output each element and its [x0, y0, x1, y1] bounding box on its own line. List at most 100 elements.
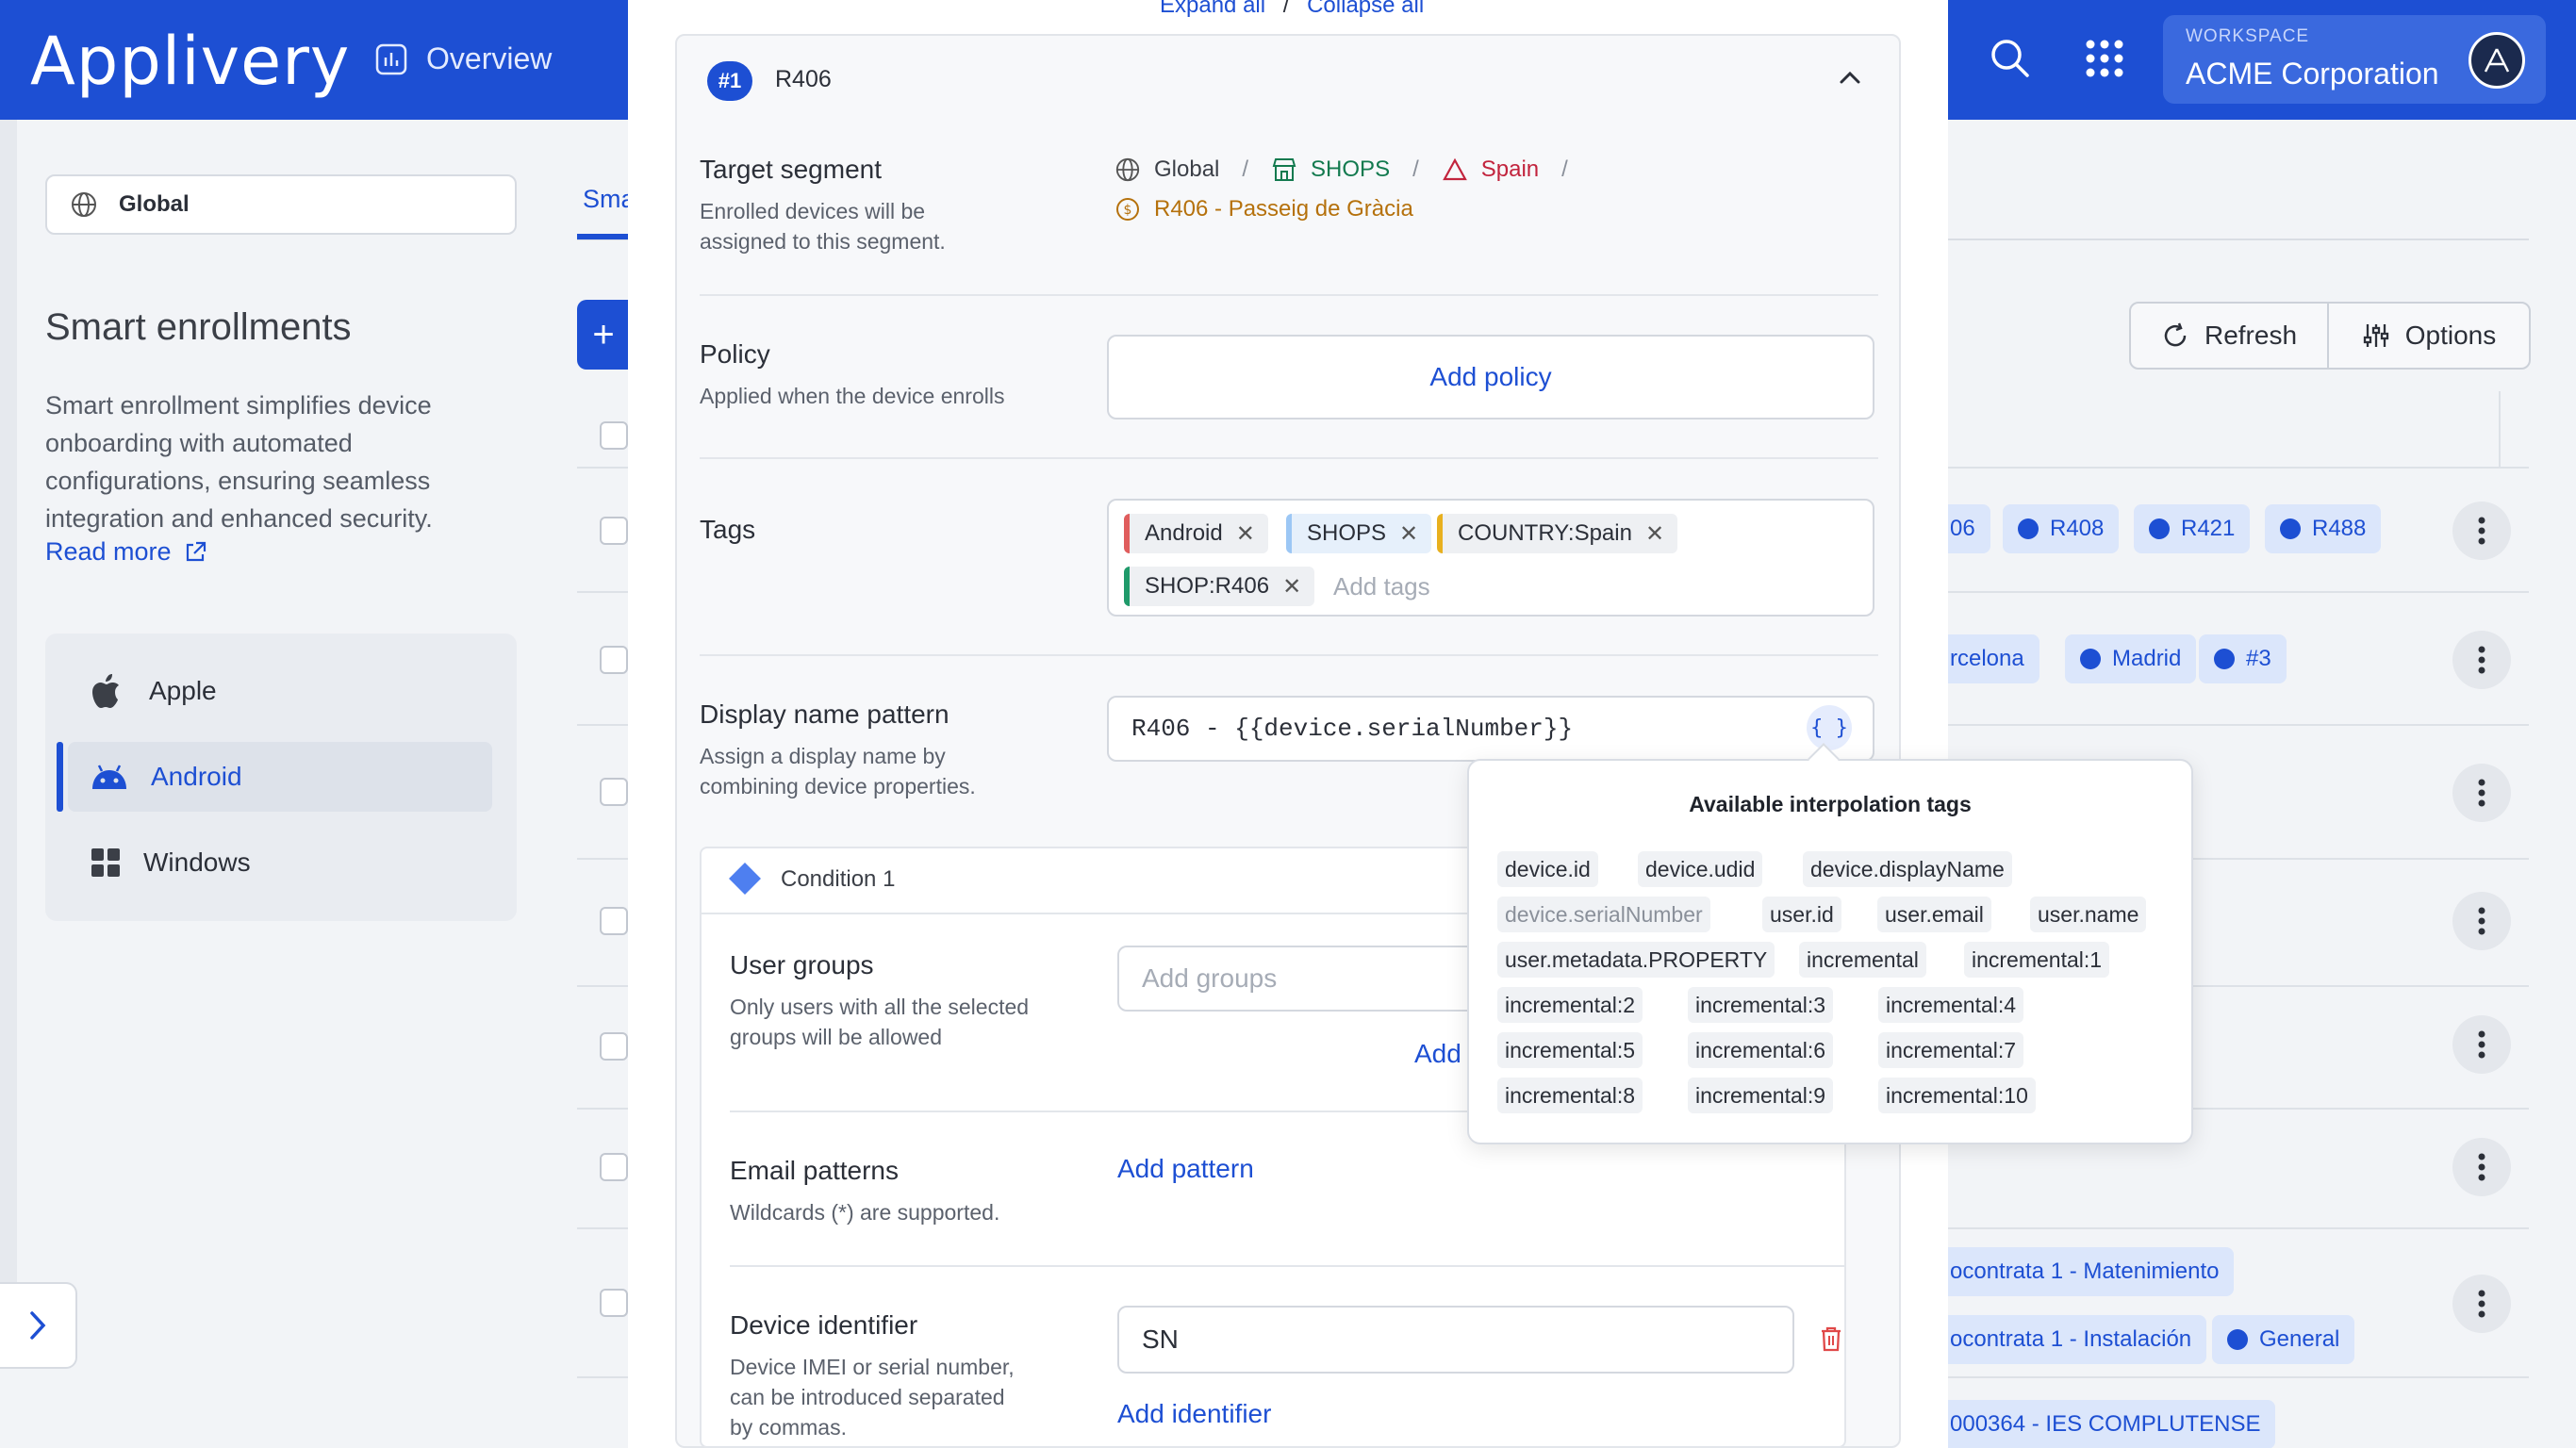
interpolation-tag[interactable]: user.email — [1877, 897, 1991, 932]
expand-sidebar-button[interactable] — [0, 1282, 77, 1369]
segment-leaf: $ R406 - Passeig de Gràcia — [1115, 196, 1413, 222]
interpolation-tag[interactable]: incremental — [1799, 942, 1926, 978]
user-groups-desc: Only users with all the selected groups … — [730, 995, 1030, 1049]
row-menu-button[interactable] — [2452, 1138, 2511, 1196]
section-divider — [700, 457, 1878, 459]
chevron-up-icon[interactable] — [1839, 70, 1861, 85]
scope-selector[interactable]: Global — [45, 174, 517, 235]
row-checkbox[interactable] — [600, 517, 628, 545]
chart-icon — [375, 43, 407, 75]
row-menu-button[interactable] — [2452, 1015, 2511, 1074]
segment-shops: SHOPS — [1311, 156, 1391, 182]
select-all-checkbox[interactable] — [600, 421, 628, 450]
nav-overview[interactable]: Overview — [375, 41, 552, 76]
segment-spain: Spain — [1480, 156, 1540, 182]
sidebar-edge — [0, 120, 17, 1282]
remove-tag-icon[interactable]: ✕ — [1236, 520, 1255, 548]
interpolation-tag[interactable]: incremental:4 — [1878, 987, 2024, 1023]
remove-tag-icon[interactable]: ✕ — [1399, 520, 1418, 548]
os-item-label: Windows — [143, 847, 251, 877]
os-item-label: Apple — [149, 676, 217, 705]
collapse-all-link[interactable]: Collapse all — [1307, 0, 1424, 18]
os-item-apple[interactable]: Apple — [68, 656, 492, 726]
interpolation-tag[interactable]: incremental:9 — [1688, 1078, 1834, 1113]
row-checkbox[interactable] — [600, 907, 628, 935]
apps-grid-icon[interactable] — [2086, 40, 2123, 77]
tags-placeholder: Add tags — [1333, 572, 1430, 601]
interpolation-tag[interactable]: device.id — [1497, 851, 1598, 887]
interpolation-tag[interactable]: incremental:1 — [1964, 942, 2110, 978]
segment-chip: 000364 - IES COMPLUTENSE — [1935, 1400, 2276, 1448]
add-policy-button[interactable]: Add policy — [1107, 335, 1874, 420]
windows-icon — [91, 847, 121, 878]
options-button[interactable]: Options — [2329, 304, 2529, 368]
row-checkbox[interactable] — [600, 646, 628, 674]
remove-tag-icon[interactable]: ✕ — [1645, 520, 1664, 548]
interpolation-tag[interactable]: incremental:7 — [1878, 1032, 2024, 1068]
refresh-icon — [2161, 321, 2189, 350]
section-divider — [700, 294, 1878, 296]
scope-label: Global — [119, 191, 190, 217]
add-group-link[interactable]: Add — [1414, 1039, 1461, 1069]
row-menu-button[interactable] — [2452, 764, 2511, 822]
row-checkbox[interactable] — [600, 1153, 628, 1181]
segment-chip: #3 — [2199, 634, 2287, 683]
rule-title: R406 — [775, 66, 832, 92]
triangle-icon — [1442, 157, 1468, 182]
interpolation-tag[interactable]: device.serialNumber — [1497, 897, 1710, 932]
refresh-label: Refresh — [2204, 321, 2298, 350]
row-checkbox[interactable] — [600, 1289, 628, 1317]
refresh-button[interactable]: Refresh — [2131, 304, 2329, 368]
policy-label: Policy — [700, 339, 770, 369]
interpolation-tag[interactable]: incremental:10 — [1878, 1078, 2036, 1113]
expand-all-link[interactable]: Expand all — [1160, 0, 1265, 18]
row-menu-button[interactable] — [2452, 631, 2511, 689]
workspace-avatar — [2469, 32, 2525, 89]
tags-input[interactable]: Android ✕ SHOPS ✕ COUNTRY:Spain ✕ SHOP:R… — [1107, 499, 1874, 617]
os-item-windows[interactable]: Windows — [68, 828, 492, 897]
segment-path: Global / SHOPS / Spain / — [1115, 156, 1577, 183]
interpolation-tag[interactable]: incremental:5 — [1497, 1032, 1643, 1068]
workspace-switcher[interactable]: WORKSPACE ACME Corporation — [2163, 15, 2546, 104]
add-enrollment-button[interactable]: + — [577, 300, 630, 370]
read-more-label: Read more — [45, 537, 172, 566]
row-menu-button[interactable] — [2452, 892, 2511, 950]
expand-collapse-links: Expand all / Collapse all — [1160, 0, 1424, 19]
interpolation-tag[interactable]: device.udid — [1638, 851, 1763, 887]
section-divider — [730, 1265, 1846, 1267]
sliders-icon — [2362, 321, 2390, 350]
interpolation-tag[interactable]: user.metadata.PROPERTY — [1497, 942, 1775, 978]
interpolation-tag[interactable]: user.name — [2030, 897, 2147, 932]
add-pattern-link[interactable]: Add pattern — [1117, 1154, 1254, 1184]
interpolation-tag[interactable]: incremental:6 — [1688, 1032, 1834, 1068]
tag-chip: Android ✕ — [1124, 514, 1268, 553]
email-patterns-desc: Wildcards (*) are supported. — [730, 1200, 1000, 1225]
app-logo[interactable]: Applivery — [30, 23, 350, 100]
row-menu-button[interactable] — [2452, 502, 2511, 560]
device-identifier-label: Device identifier — [730, 1310, 918, 1340]
row-checkbox[interactable] — [600, 778, 628, 806]
row-checkbox[interactable] — [600, 1032, 628, 1061]
search-icon[interactable] — [1990, 38, 2031, 79]
read-more-link[interactable]: Read more — [45, 537, 207, 567]
add-identifier-link[interactable]: Add identifier — [1117, 1399, 1271, 1429]
segment-chip: R421 — [2134, 504, 2251, 553]
interpolation-tag[interactable]: incremental:2 — [1497, 987, 1643, 1023]
display-name-label: Display name pattern — [700, 699, 949, 729]
globe-icon — [1115, 156, 1141, 183]
condition-title: Condition 1 — [781, 866, 896, 892]
interpolation-tag[interactable]: device.displayName — [1803, 851, 2012, 887]
policy-desc: Applied when the device enrolls — [700, 384, 1005, 408]
device-identifier-input[interactable]: SN — [1117, 1306, 1794, 1374]
segment-chip: R488 — [2265, 504, 2382, 553]
workspace-label: WORKSPACE — [2186, 26, 2310, 46]
os-item-android[interactable]: Android — [57, 742, 492, 812]
interpolation-tag[interactable]: incremental:8 — [1497, 1078, 1643, 1113]
remove-tag-icon[interactable]: ✕ — [1282, 573, 1301, 601]
display-name-input[interactable]: R406 - {{device.serialNumber}} — [1107, 696, 1874, 762]
interpolation-tags-button[interactable]: { } — [1807, 705, 1852, 750]
interpolation-tag[interactable]: user.id — [1762, 897, 1841, 932]
interpolation-tag[interactable]: incremental:3 — [1688, 987, 1834, 1023]
row-menu-button[interactable] — [2452, 1275, 2511, 1333]
trash-icon[interactable] — [1820, 1325, 1842, 1352]
